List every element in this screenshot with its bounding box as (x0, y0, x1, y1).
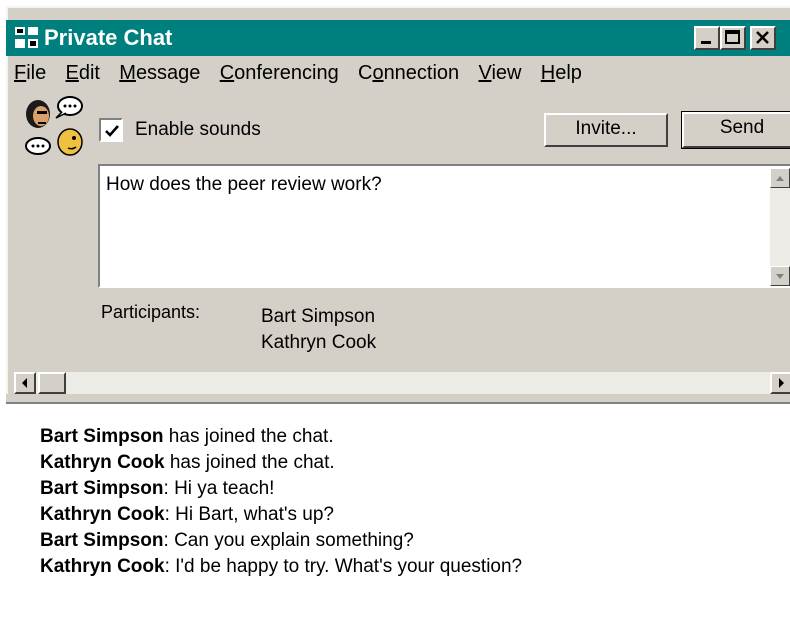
minimize-icon (701, 41, 711, 44)
menu-message[interactable]: Message (119, 62, 200, 85)
enable-sounds-label[interactable]: Enable sounds (135, 119, 261, 141)
checkmark-icon (105, 125, 119, 137)
menu-file[interactable]: File (14, 62, 46, 85)
chat-log-line: Bart Simpson has joined the chat. (40, 426, 334, 447)
arrow-down-icon (776, 274, 784, 279)
chat-log-line: Kathryn Cook: I'd be happy to try. What'… (40, 556, 523, 577)
pane-splitter[interactable] (6, 394, 790, 404)
menu-connection[interactable]: Connection (358, 62, 459, 85)
title-bar[interactable]: Private Chat (6, 20, 790, 56)
arrow-up-icon (776, 176, 784, 181)
participant-name: Kathryn Cook (261, 332, 377, 353)
chat-app-icon (14, 25, 40, 51)
minimize-button[interactable] (694, 26, 720, 50)
chat-log-line: Kathryn Cook: Hi Bart, what's up? (40, 504, 335, 525)
chat-faces-icon (22, 96, 90, 158)
chat-log-line: Bart Simpson: Hi ya teach! (40, 478, 275, 499)
scroll-up-button[interactable] (770, 168, 790, 188)
participants-list: Bart Simpson Kathryn Cook (261, 304, 376, 356)
chat-log: Bart Simpson has joined the chat. Kathry… (6, 404, 790, 625)
menu-help[interactable]: Help (541, 62, 582, 85)
close-button[interactable] (750, 26, 776, 50)
maximize-icon (725, 30, 740, 44)
arrow-left-icon (22, 378, 27, 388)
horizontal-scrollbar[interactable] (14, 372, 790, 394)
participants-label: Participants: (101, 302, 201, 322)
participant-name: Bart Simpson (261, 306, 376, 327)
maximize-button[interactable] (720, 26, 746, 50)
message-input-text: How does the peer review work? (106, 174, 382, 195)
scroll-down-button[interactable] (770, 266, 790, 286)
menu-bar: File Edit Message Conferencing Connectio… (14, 62, 596, 88)
chat-log-line: Bart Simpson: Can you explain something? (40, 530, 414, 551)
enable-sounds-checkbox[interactable] (99, 118, 123, 142)
scroll-left-button[interactable] (14, 372, 36, 394)
scroll-thumb[interactable] (38, 372, 66, 394)
message-scrollbar[interactable] (770, 168, 790, 286)
arrow-right-icon (779, 378, 784, 388)
invite-button[interactable]: Invite... (544, 113, 668, 147)
menu-view[interactable]: View (478, 62, 521, 85)
send-button[interactable]: Send (681, 111, 790, 149)
close-icon (756, 31, 769, 44)
menu-conferencing[interactable]: Conferencing (220, 62, 339, 85)
window-title: Private Chat (44, 25, 173, 50)
menu-edit[interactable]: Edit (66, 62, 100, 85)
scroll-right-button[interactable] (770, 372, 790, 394)
message-input[interactable]: How does the peer review work? (98, 164, 790, 288)
chat-log-line: Kathryn Cook has joined the chat. (40, 452, 335, 473)
